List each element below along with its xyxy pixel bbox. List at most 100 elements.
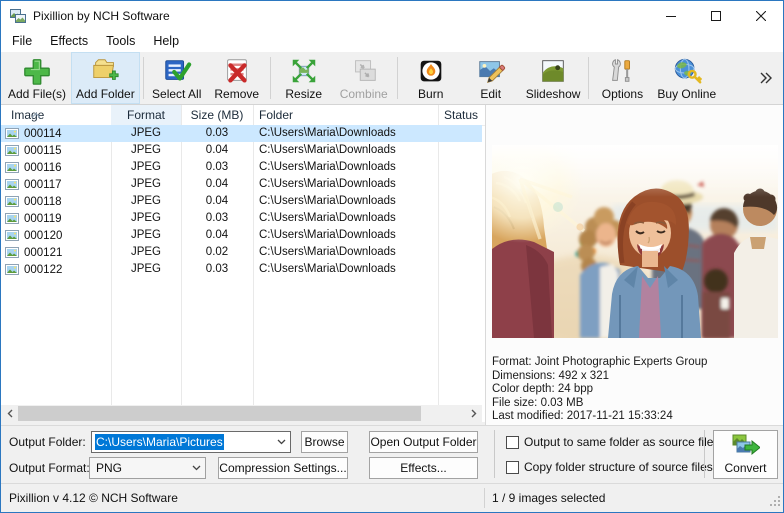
cell-folder: C:\Users\Maria\Downloads <box>253 193 438 210</box>
toolbar-button-burn[interactable]: Burn <box>401 52 461 104</box>
toolbar-button-select-all[interactable]: Select All <box>147 52 207 104</box>
toolbar-button-resize[interactable]: Resize <box>274 52 334 104</box>
version-text: Pixillion v 4.12 © NCH Software <box>1 491 178 505</box>
column-header-format[interactable]: Format <box>111 105 181 125</box>
image-thumbnail-icon <box>5 213 19 224</box>
column-header-folder[interactable]: Folder <box>253 105 438 125</box>
output-folder-label: Output Folder: <box>9 431 86 453</box>
table-row[interactable]: 000118 JPEG 0.04 C:\Users\Maria\Download… <box>1 193 482 210</box>
effects-button[interactable]: Effects... <box>369 457 478 479</box>
sort-ascending-icon <box>31 107 41 121</box>
table-row[interactable]: 000116 JPEG 0.03 C:\Users\Maria\Download… <box>1 159 482 176</box>
toolbar-button-buy-online[interactable]: Buy Online <box>652 52 721 104</box>
cell-image: 000121 <box>1 244 111 261</box>
image-name: 000115 <box>24 145 62 157</box>
close-button[interactable] <box>738 1 783 30</box>
scroll-right-icon[interactable] <box>465 405 482 422</box>
checkbox-same-folder[interactable]: Output to same folder as source files <box>506 435 719 449</box>
cell-image: 000114 <box>1 125 111 142</box>
menu-effects[interactable]: Effects <box>41 31 97 51</box>
cell-format: JPEG <box>111 125 181 142</box>
menu-file[interactable]: File <box>3 31 41 51</box>
output-panel: Output Folder: C:\Users\Maria\Pictures B… <box>1 425 783 483</box>
menu-help[interactable]: Help <box>144 31 188 51</box>
column-header-image[interactable]: Image <box>1 105 111 125</box>
image-thumbnail-icon <box>5 162 19 173</box>
convert-label: Convert <box>724 461 766 475</box>
toolbar-button-options[interactable]: Options <box>592 52 652 104</box>
image-thumbnail-icon <box>5 196 19 207</box>
cell-size: 0.04 <box>181 227 253 244</box>
cell-status <box>438 210 482 227</box>
cell-folder: C:\Users\Maria\Downloads <box>253 244 438 261</box>
output-folder-value[interactable]: C:\Users\Maria\Pictures <box>95 434 224 450</box>
toolbar-label: Resize <box>285 87 322 101</box>
toolbar-button-slideshow[interactable]: Slideshow <box>521 52 586 104</box>
horizontal-scrollbar[interactable] <box>1 405 482 422</box>
table-row[interactable]: 000121 JPEG 0.02 C:\Users\Maria\Download… <box>1 244 482 261</box>
cell-image: 000116 <box>1 159 111 176</box>
toolbar-button-add-folder[interactable]: Add Folder <box>71 52 140 104</box>
convert-button[interactable]: Convert <box>713 430 778 479</box>
image-name: 000114 <box>24 128 62 140</box>
column-header-label: Status <box>444 108 478 122</box>
cell-format: JPEG <box>111 261 181 278</box>
column-header-size[interactable]: Size (MB) <box>181 105 253 125</box>
cell-size: 0.03 <box>181 261 253 278</box>
table-row[interactable]: 000115 JPEG 0.04 C:\Users\Maria\Download… <box>1 142 482 159</box>
toolbar-button-combine: Combine <box>334 52 394 104</box>
output-format-combobox[interactable]: PNG <box>89 457 206 479</box>
output-format-label: Output Format: <box>9 457 90 479</box>
output-folder-combobox[interactable]: C:\Users\Maria\Pictures <box>91 431 291 453</box>
open-output-folder-button[interactable]: Open Output Folder <box>369 431 478 453</box>
cell-folder: C:\Users\Maria\Downloads <box>253 261 438 278</box>
toolbar-button-add-files[interactable]: Add File(s) <box>3 52 71 104</box>
resize-grip[interactable] <box>769 495 781 510</box>
minimize-button[interactable] <box>648 1 693 30</box>
toolbar-button-edit[interactable]: Edit <box>461 52 521 104</box>
file-list: Image Format Size (MB) Folder Status <box>1 105 485 425</box>
cell-status <box>438 244 482 261</box>
add-file-icon <box>22 55 52 87</box>
image-name: 000118 <box>24 196 62 208</box>
cell-status <box>438 125 482 142</box>
cell-size: 0.02 <box>181 244 253 261</box>
checkbox-icon[interactable] <box>506 461 519 474</box>
panel-divider <box>704 430 705 478</box>
column-header-label: Format <box>127 108 165 122</box>
cell-image: 000119 <box>1 210 111 227</box>
chevron-down-icon[interactable] <box>273 439 290 445</box>
toolbar-label: Slideshow <box>526 87 581 101</box>
menu-tools[interactable]: Tools <box>97 31 144 51</box>
scrollbar-thumb[interactable] <box>18 406 421 421</box>
toolbar-label: Add File(s) <box>8 87 66 101</box>
add-folder-icon <box>90 55 120 87</box>
select-all-icon <box>162 55 192 87</box>
table-row[interactable]: 000114 JPEG 0.03 C:\Users\Maria\Download… <box>1 125 482 142</box>
toolbar-button-remove[interactable]: Remove <box>207 52 267 104</box>
info-color-depth: Color depth: 24 bpp <box>492 383 707 397</box>
scroll-left-icon[interactable] <box>1 405 18 422</box>
table-row[interactable]: 000119 JPEG 0.03 C:\Users\Maria\Download… <box>1 210 482 227</box>
column-header-label: Folder <box>259 108 293 122</box>
table-row[interactable]: 000120 JPEG 0.04 C:\Users\Maria\Download… <box>1 227 482 244</box>
maximize-button[interactable] <box>693 1 738 30</box>
image-name: 000121 <box>24 247 62 259</box>
compression-settings-button[interactable]: Compression Settings... <box>218 457 348 479</box>
checkbox-label: Copy folder structure of source files <box>524 460 713 474</box>
chevron-down-icon[interactable] <box>188 465 205 471</box>
table-row[interactable]: 000122 JPEG 0.03 C:\Users\Maria\Download… <box>1 261 482 278</box>
column-header-status[interactable]: Status <box>438 105 485 125</box>
cell-format: JPEG <box>111 210 181 227</box>
image-thumbnail-icon <box>5 179 19 190</box>
checkbox-copy-structure[interactable]: Copy folder structure of source files <box>506 460 713 474</box>
table-row[interactable]: 000117 JPEG 0.04 C:\Users\Maria\Download… <box>1 176 482 193</box>
cell-size: 0.03 <box>181 159 253 176</box>
browse-button[interactable]: Browse <box>301 431 348 453</box>
toolbar-label: Options <box>602 87 643 101</box>
image-name: 000122 <box>24 264 62 276</box>
toolbar-overflow-chevron[interactable] <box>750 52 781 104</box>
menu-bar: File Effects Tools Help <box>1 30 783 52</box>
column-header-label: Size (MB) <box>191 108 244 122</box>
checkbox-icon[interactable] <box>506 436 519 449</box>
